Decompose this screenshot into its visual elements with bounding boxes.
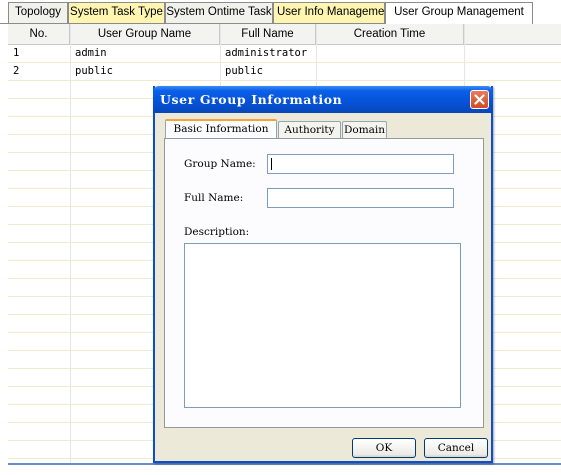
full-name-input[interactable] [267, 188, 454, 208]
cell-full-name: public [225, 65, 263, 77]
module-tab-bar: Topology System Task Type System Ontime … [0, 0, 561, 24]
cancel-button[interactable]: Cancel [424, 438, 488, 458]
dialog-titlebar[interactable]: User Group Information [153, 86, 493, 113]
tab-user-group-management[interactable]: User Group Management [385, 2, 533, 24]
column-header-user-group-name[interactable]: User Group Name [70, 24, 220, 44]
cell-user-group-name: admin [75, 47, 107, 59]
tab-system-task-type[interactable]: System Task Type [68, 2, 165, 23]
column-header-no[interactable]: No. [8, 24, 70, 44]
column-header-empty [464, 24, 561, 44]
full-name-label: Full Name: [184, 192, 244, 204]
description-textarea[interactable] [184, 243, 461, 408]
tab-domain[interactable]: Domain [342, 121, 387, 139]
group-name-input[interactable] [267, 154, 454, 174]
dialog-title: User Group Information [160, 92, 343, 107]
tab-basic-information[interactable]: Basic Information [165, 119, 277, 139]
table-row[interactable]: 1 admin administrator [8, 45, 561, 63]
column-header-creation-time[interactable]: Creation Time [316, 24, 464, 44]
table-row[interactable]: 2 public public [8, 63, 561, 81]
close-icon [474, 94, 485, 105]
table-bottom-border [8, 463, 561, 465]
basic-information-panel: Group Name: Full Name: Description: [164, 138, 484, 428]
column-header-full-name[interactable]: Full Name [220, 24, 316, 44]
cell-no: 2 [13, 65, 20, 77]
cell-full-name: administrator [225, 47, 308, 59]
table-header: No. User Group Name Full Name Creation T… [8, 24, 561, 45]
cell-creation-time [316, 63, 321, 80]
cell-user-group-name: public [75, 65, 113, 77]
tab-topology[interactable]: Topology [8, 2, 68, 23]
tab-user-info-management[interactable]: User Info Management [273, 2, 385, 23]
group-name-label: Group Name: [184, 158, 256, 170]
close-button[interactable] [470, 90, 489, 109]
cell-no: 1 [13, 47, 20, 59]
cell-creation-time [316, 45, 321, 62]
tab-system-ontime-task[interactable]: System Ontime Task [165, 2, 273, 23]
tab-authority[interactable]: Authority [278, 121, 341, 139]
description-label: Description: [184, 226, 250, 238]
ok-button[interactable]: OK [352, 438, 416, 458]
user-group-information-dialog: User Group Information Basic Information… [153, 86, 493, 463]
